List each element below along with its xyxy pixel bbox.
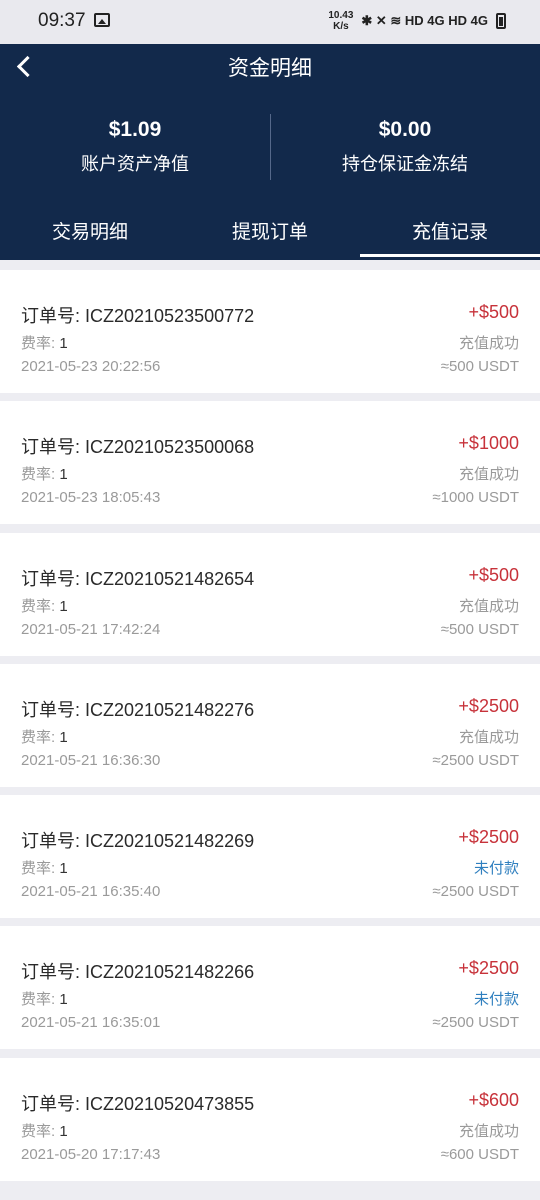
tab-withdraw-orders[interactable]: 提现订单 bbox=[180, 210, 360, 256]
image-notification-icon bbox=[94, 13, 110, 27]
record-time: 2021-05-21 17:42:24 bbox=[21, 621, 161, 638]
fee-value: 1 bbox=[59, 598, 68, 615]
order-number: 订单号: ICZ20210523500068 bbox=[21, 437, 255, 457]
record-time: 2021-05-23 20:22:56 bbox=[21, 358, 161, 375]
battery-icon bbox=[496, 13, 506, 29]
record-status: 充值成功 bbox=[458, 335, 519, 352]
fee-label: 费率: bbox=[21, 860, 60, 877]
fee-label: 费率: bbox=[21, 991, 60, 1008]
page-title: 资金明细 bbox=[228, 56, 312, 80]
order-number: 订单号: ICZ20210521482654 bbox=[21, 569, 255, 589]
record-amount: +$2500 bbox=[458, 827, 519, 847]
fee-rate: 费率: 1 bbox=[21, 595, 68, 616]
fee-label: 费率: bbox=[21, 1123, 60, 1140]
fee-rate: 费率: 1 bbox=[21, 726, 68, 747]
fee-value: 1 bbox=[59, 729, 68, 746]
fee-value: 1 bbox=[59, 860, 68, 877]
fee-label: 费率: bbox=[21, 335, 60, 352]
fee-label: 费率: bbox=[21, 466, 60, 483]
record-amount: +$500 bbox=[468, 565, 519, 585]
order-number: 订单号: ICZ20210521482269 bbox=[21, 831, 255, 851]
record-status: 充值成功 bbox=[458, 598, 519, 615]
net-asset-label: 账户资产净值 bbox=[81, 154, 189, 175]
net-speed: 10.43 K/s bbox=[328, 10, 354, 32]
record-card[interactable]: 订单号: ICZ20210520473855 费率: 1 2021-05-20 17… bbox=[0, 1058, 540, 1181]
record-card[interactable]: 订单号: ICZ20210523500068 费率: 1 2021-05-23 18… bbox=[0, 401, 540, 524]
usdt-equivalent: ≈500 USDT bbox=[440, 621, 519, 638]
record-amount: +$2500 bbox=[458, 958, 519, 978]
active-tab-indicator bbox=[360, 254, 540, 257]
usdt-equivalent: ≈500 USDT bbox=[440, 358, 519, 375]
status-time: 09:37 bbox=[38, 10, 86, 31]
usdt-equivalent: ≈2500 USDT bbox=[432, 883, 519, 900]
signal-icons: ✱ ✕ ≋ HD 4G HD 4G bbox=[361, 13, 488, 28]
fee-value: 1 bbox=[59, 335, 68, 352]
record-amount: +$1000 bbox=[458, 433, 519, 453]
record-card[interactable]: 订单号: ICZ20210521482276 费率: 1 2021-05-21 16… bbox=[0, 664, 540, 787]
tab-bar: 交易明细 提现订单 充值记录 bbox=[0, 210, 540, 260]
fee-value: 1 bbox=[59, 1123, 68, 1140]
record-time: 2021-05-21 16:35:40 bbox=[21, 883, 161, 900]
fee-rate: 费率: 1 bbox=[21, 1120, 68, 1141]
net-asset-value: $1.09 bbox=[108, 118, 162, 141]
order-number: 订单号: ICZ20210521482266 bbox=[21, 962, 255, 982]
status-icons: 10.43 K/s ✱ ✕ ≋ HD 4G HD 4G bbox=[328, 10, 506, 32]
fee-rate: 费率: 1 bbox=[21, 463, 68, 484]
usdt-equivalent: ≈2500 USDT bbox=[432, 1014, 519, 1031]
record-time: 2021-05-21 16:35:01 bbox=[21, 1014, 161, 1031]
record-status: 未付款 bbox=[473, 991, 519, 1008]
record-time: 2021-05-20 17:17:43 bbox=[21, 1146, 161, 1163]
fee-label: 费率: bbox=[21, 598, 60, 615]
record-amount: +$500 bbox=[468, 302, 519, 322]
record-card[interactable]: 订单号: ICZ20210521482266 费率: 1 2021-05-21 16… bbox=[0, 926, 540, 1049]
usdt-equivalent: ≈2500 USDT bbox=[432, 752, 519, 769]
record-status: 充值成功 bbox=[458, 729, 519, 746]
record-status: 未付款 bbox=[473, 860, 519, 877]
tab-deposit-records[interactable]: 充值记录 bbox=[360, 210, 540, 256]
fee-label: 费率: bbox=[21, 729, 60, 746]
fee-rate: 费率: 1 bbox=[21, 857, 68, 878]
record-amount: +$600 bbox=[468, 1090, 519, 1110]
record-status: 充值成功 bbox=[458, 466, 519, 483]
tab-trade-details[interactable]: 交易明细 bbox=[0, 210, 180, 256]
status-bar: 09:37 10.43 K/s ✱ ✕ ≋ HD 4G HD 4G bbox=[0, 0, 540, 44]
net-asset-summary: $1.09 账户资产净值 bbox=[0, 118, 270, 176]
record-time: 2021-05-23 18:05:43 bbox=[21, 489, 161, 506]
record-card[interactable]: 订单号: ICZ20210523500772 费率: 1 2021-05-23 20… bbox=[0, 270, 540, 393]
record-time: 2021-05-21 16:36:30 bbox=[21, 752, 161, 769]
fee-value: 1 bbox=[59, 466, 68, 483]
frozen-margin-label: 持仓保证金冻结 bbox=[342, 154, 468, 175]
order-number: 订单号: ICZ20210523500772 bbox=[21, 306, 255, 326]
usdt-equivalent: ≈600 USDT bbox=[440, 1146, 519, 1163]
usdt-equivalent: ≈1000 USDT bbox=[432, 489, 519, 506]
fee-rate: 费率: 1 bbox=[21, 332, 68, 353]
fee-value: 1 bbox=[59, 991, 68, 1008]
order-number: 订单号: ICZ20210520473855 bbox=[21, 1094, 255, 1114]
record-card[interactable]: 订单号: ICZ20210521482269 费率: 1 2021-05-21 16… bbox=[0, 795, 540, 918]
record-card[interactable]: 订单号: ICZ20210521482654 费率: 1 2021-05-21 17… bbox=[0, 533, 540, 656]
frozen-margin-value: $0.00 bbox=[378, 118, 432, 141]
fee-rate: 费率: 1 bbox=[21, 988, 68, 1009]
record-amount: +$2500 bbox=[458, 696, 519, 716]
order-number: 订单号: ICZ20210521482276 bbox=[21, 700, 255, 720]
record-status: 充值成功 bbox=[458, 1123, 519, 1140]
frozen-margin-summary: $0.00 持仓保证金冻结 bbox=[270, 118, 540, 176]
